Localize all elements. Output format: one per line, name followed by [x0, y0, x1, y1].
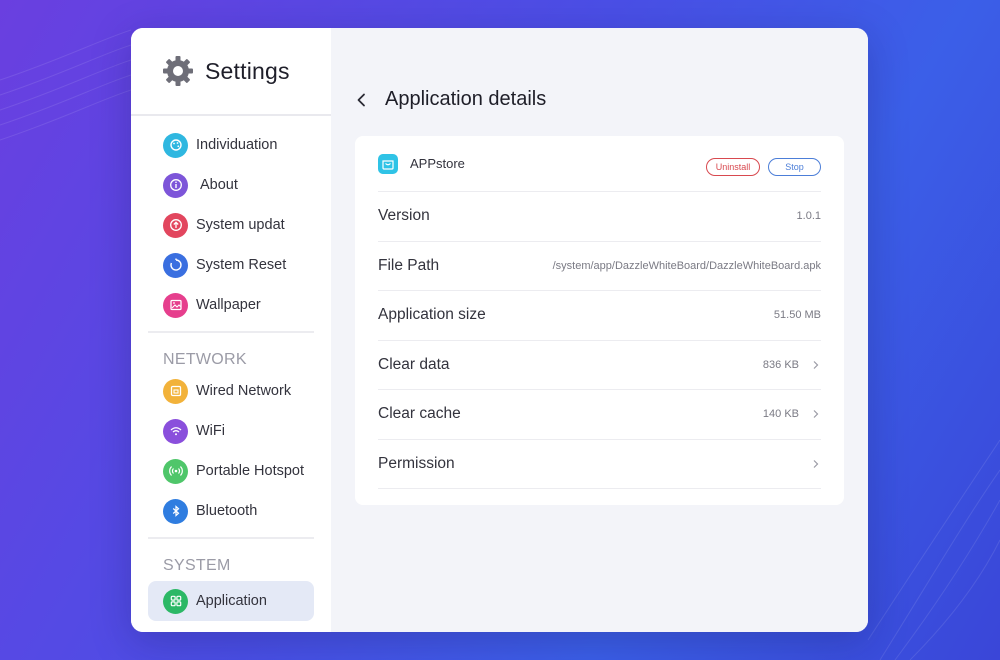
- sidebar-item-system-update[interactable]: System updat: [148, 205, 314, 245]
- application-size-row: Application size 51.50 MB: [378, 291, 821, 341]
- sidebar-item-label: System updat: [196, 217, 285, 233]
- appstore-icon: [378, 153, 398, 174]
- sidebar-item-system-reset[interactable]: System Reset: [148, 245, 314, 285]
- palette-icon: [163, 132, 188, 158]
- row-label: Version: [378, 207, 430, 225]
- image-icon: [163, 292, 188, 318]
- apps-icon: [163, 588, 188, 614]
- row-value: 836 KB: [762, 358, 799, 371]
- app-details-card: APPstore Uninstall Stop Version 1.0.1 Fi…: [355, 136, 844, 505]
- sidebar-title: Settings: [205, 57, 290, 84]
- section-label-network: NETWORK: [163, 351, 247, 368]
- row-label: File Path: [378, 256, 440, 274]
- sidebar-item-label: Bluetooth: [196, 503, 258, 519]
- section-label-system: SYSTEM: [163, 557, 231, 574]
- row-value-wrap: 836 KB: [763, 359, 821, 371]
- row-label: Permission: [378, 454, 455, 472]
- sidebar-item-application[interactable]: Application: [148, 581, 314, 621]
- sidebar-item-label: Portable Hotspot: [196, 463, 305, 479]
- clear-cache-row[interactable]: Clear cache 140 KB: [378, 390, 821, 440]
- app-name: APPstore: [410, 156, 465, 171]
- wifi-icon: [163, 418, 188, 444]
- sidebar-item-label: System Reset: [196, 257, 287, 273]
- upgrade-icon: [163, 212, 188, 238]
- bluetooth-icon: [163, 498, 188, 524]
- back-arrow-icon[interactable]: [353, 91, 371, 109]
- sidebar-item-label: Wired Network: [196, 383, 292, 399]
- sidebar-nav: Individuation About System updat System …: [131, 116, 331, 621]
- hotspot-icon: [163, 458, 188, 484]
- sidebar-item-wired-network[interactable]: Wired Network: [148, 371, 314, 411]
- row-value: 140 KB: [762, 408, 799, 421]
- row-value: 51.50 MB: [773, 309, 821, 322]
- row-value: 1.0.1: [796, 210, 821, 223]
- file-path-row: File Path /system/app/DazzleWhiteBoard/D…: [378, 242, 821, 291]
- page-header: Application details: [353, 88, 546, 111]
- info-icon: [163, 172, 188, 198]
- sidebar-item-bluetooth[interactable]: Bluetooth: [148, 491, 314, 531]
- gear-icon: [163, 56, 193, 86]
- row-label: Clear cache: [378, 405, 461, 423]
- version-row: Version 1.0.1: [378, 192, 821, 242]
- reset-icon: [163, 252, 188, 278]
- sidebar-item-about[interactable]: About: [148, 165, 314, 205]
- chevron-right-icon: [813, 410, 819, 419]
- sidebar-item-portable-hotspot[interactable]: Portable Hotspot: [148, 451, 314, 491]
- sidebar-item-individuation[interactable]: Individuation: [148, 125, 314, 165]
- app-actions: Uninstall Stop: [706, 157, 821, 176]
- chevron-right-icon: [813, 459, 819, 468]
- sidebar-item-wallpaper[interactable]: Wallpaper: [148, 285, 314, 325]
- chevron-right-icon: [813, 360, 819, 369]
- clear-data-row[interactable]: Clear data 836 KB: [378, 341, 821, 390]
- main-panel: Application details APPstore Uninstall S…: [331, 28, 868, 632]
- ethernet-icon: [163, 378, 188, 404]
- row-value: /system/app/DazzleWhiteBoard/DazzleWhite…: [552, 259, 821, 272]
- page-title: Application details: [385, 88, 547, 110]
- app-info: APPstore: [378, 153, 465, 174]
- uninstall-button[interactable]: Uninstall: [706, 157, 760, 176]
- permission-row[interactable]: Permission: [378, 440, 821, 489]
- row-label: Clear data: [378, 355, 450, 373]
- sidebar-header: Settings: [131, 28, 331, 116]
- sidebar: Settings Individuation About System upda…: [131, 28, 331, 632]
- settings-window: Settings Individuation About System upda…: [131, 28, 868, 632]
- sidebar-item-wifi[interactable]: WiFi: [148, 411, 314, 451]
- sidebar-item-label: Wallpaper: [196, 297, 261, 313]
- row-label: Application size: [378, 306, 486, 324]
- sidebar-item-label: About: [200, 177, 238, 193]
- stop-button[interactable]: Stop: [768, 157, 821, 176]
- sidebar-item-label: Individuation: [196, 137, 278, 153]
- row-value-wrap: [799, 459, 821, 469]
- sidebar-item-label: WiFi: [196, 423, 225, 439]
- sidebar-item-label: Application: [196, 593, 267, 609]
- app-row: APPstore Uninstall Stop: [378, 136, 821, 192]
- row-value-wrap: 140 KB: [763, 408, 821, 420]
